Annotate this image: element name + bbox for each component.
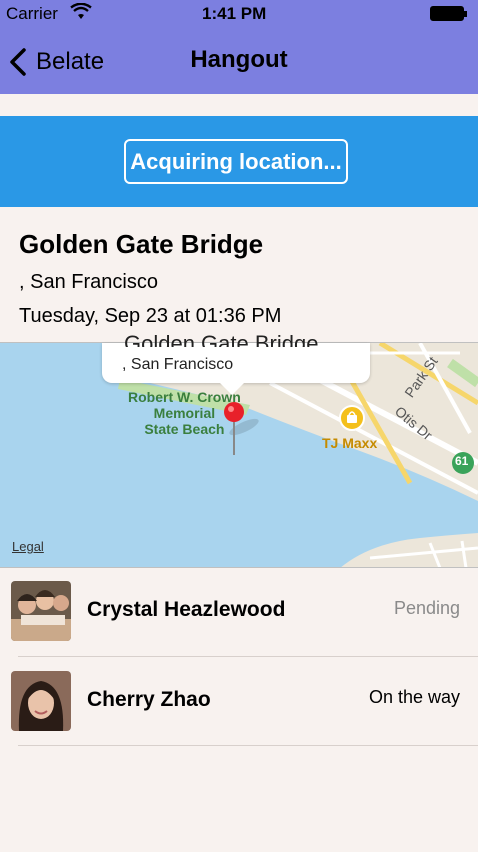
row-divider (18, 745, 478, 746)
back-button[interactable]: Belate (8, 44, 104, 80)
callout-title: Golden Gate Bridge (124, 331, 319, 347)
carrier-label: Carrier (6, 4, 58, 23)
navigation-bar: Carrier 1:41 PM Belate Hangout (0, 0, 478, 94)
wifi-icon (70, 3, 92, 19)
back-button-label: Belate (36, 48, 105, 75)
map-callout[interactable]: Golden Gate Bridge , San Francisco (102, 331, 370, 395)
place-city: , San Francisco (19, 271, 158, 293)
attendee-status: On the way (368, 687, 460, 707)
status-bar: Carrier 1:41 PM (0, 0, 478, 28)
list-item[interactable]: Crystal Heazlewood Pending (0, 568, 478, 657)
place-title: Golden Gate Bridge (19, 229, 264, 259)
avatar (11, 581, 71, 641)
chevron-left-icon (10, 48, 26, 76)
map-legal-link[interactable]: Legal (12, 539, 44, 554)
status-time: 1:41 PM (202, 4, 267, 23)
avatar (11, 671, 71, 731)
battery-icon (430, 6, 467, 21)
park-label: Robert W. Crown Memorial State Beach (128, 389, 241, 437)
place-datetime: Tuesday, Sep 23 at 01:36 PM (19, 305, 282, 327)
attendee-name: Cherry Zhao (87, 688, 211, 711)
attendee-status: Pending (393, 598, 460, 618)
route-badge: 61 (455, 454, 469, 468)
location-banner: Acquiring location... (0, 116, 478, 207)
attendee-name: Crystal Heazlewood (87, 598, 286, 621)
list-item[interactable]: Cherry Zhao On the way (0, 657, 478, 746)
store-label: TJ Maxx (322, 435, 378, 451)
callout-subtitle: , San Francisco (122, 356, 234, 373)
acquiring-location-button[interactable]: Acquiring location... (124, 139, 348, 184)
